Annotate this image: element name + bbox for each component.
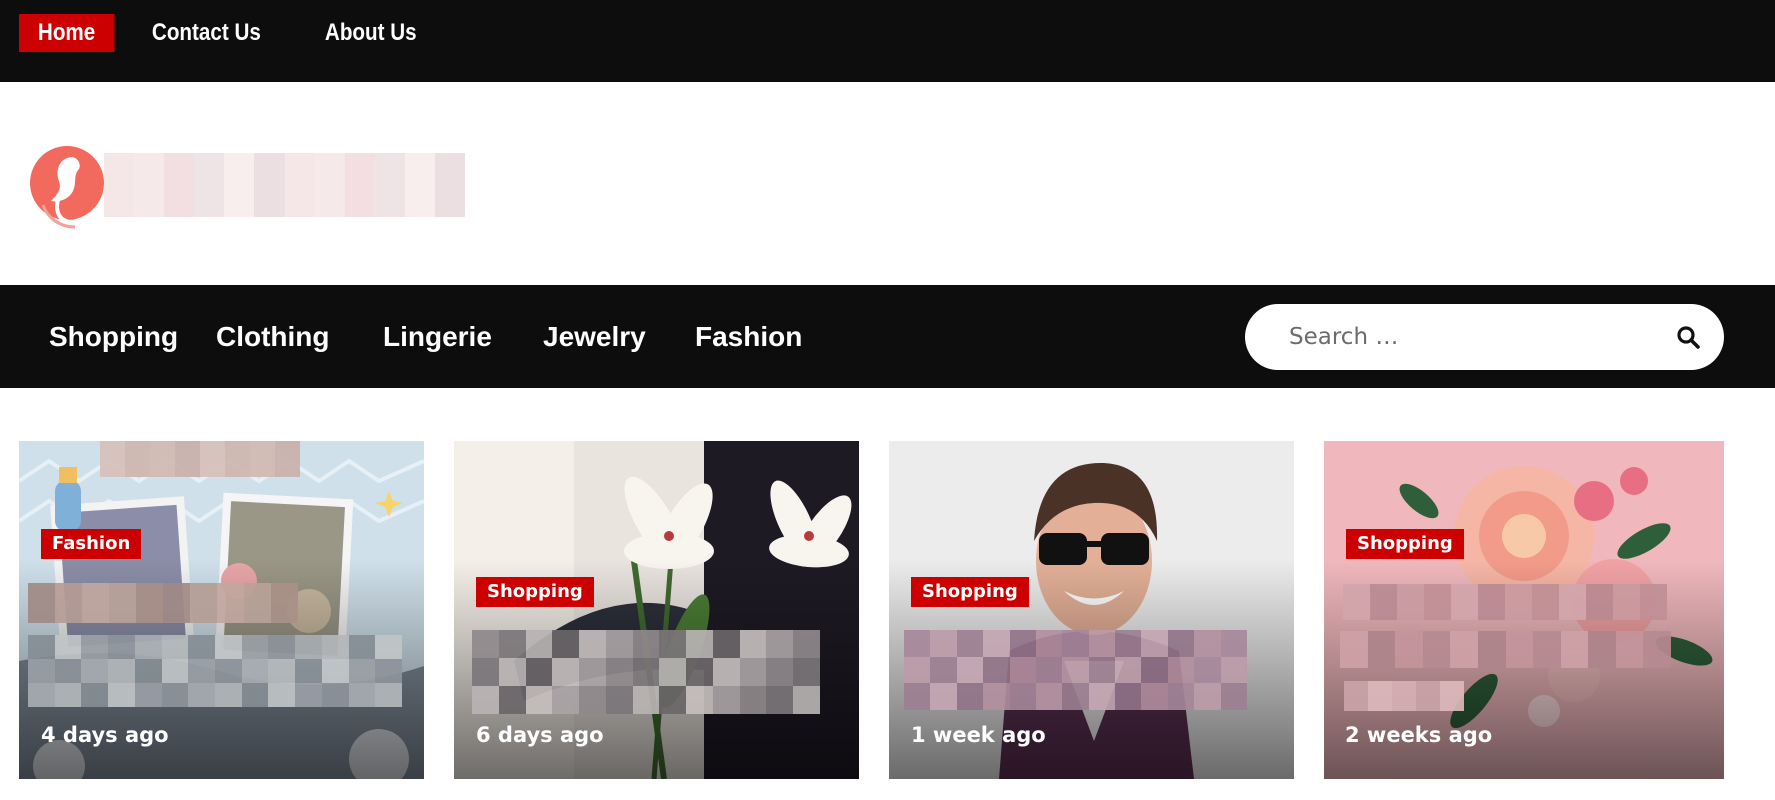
post-card[interactable]: Shopping 1 week ago	[889, 441, 1294, 779]
category-bar: Shopping Clothing Lingerie Jewelry Fashi…	[0, 285, 1775, 388]
top-bar: Home Contact Us About Us	[0, 0, 1775, 82]
search-icon[interactable]	[1676, 325, 1700, 349]
top-nav-home[interactable]: Home	[19, 14, 115, 52]
post-time: 1 week ago	[911, 723, 1046, 747]
category-jewelry[interactable]: Jewelry	[543, 315, 646, 359]
post-title-pixelated[interactable]	[28, 583, 298, 623]
post-title-pixelated[interactable]	[472, 630, 820, 714]
search-box	[1245, 304, 1724, 370]
post-title-pixelated[interactable]	[28, 635, 402, 707]
category-shopping[interactable]: Shopping	[49, 315, 178, 359]
site-logo[interactable]	[29, 145, 105, 229]
site-title-pixelated[interactable]	[104, 153, 465, 217]
pixelated-text	[100, 441, 300, 477]
post-card[interactable]: Fashion 4 days ago	[19, 441, 424, 779]
post-card[interactable]: Shopping 2 weeks ago	[1324, 441, 1724, 779]
category-clothing[interactable]: Clothing	[216, 315, 330, 359]
category-fashion[interactable]: Fashion	[695, 315, 802, 359]
category-nav: Shopping Clothing Lingerie Jewelry Fashi…	[49, 315, 802, 359]
search-input[interactable]	[1289, 304, 1669, 370]
post-time: 4 days ago	[41, 723, 169, 747]
category-badge[interactable]: Shopping	[1346, 529, 1464, 559]
site-header	[0, 82, 1775, 285]
featured-posts: Fashion 4 days ago Shopping 6 days ago S…	[0, 441, 1775, 779]
post-time: 2 weeks ago	[1345, 723, 1493, 747]
category-badge[interactable]: Fashion	[41, 529, 142, 559]
post-title-pixelated[interactable]	[1344, 681, 1464, 711]
top-nav-contact-us[interactable]: Contact Us	[133, 14, 280, 52]
post-time: 6 days ago	[476, 723, 604, 747]
category-lingerie[interactable]: Lingerie	[383, 315, 492, 359]
post-title-pixelated[interactable]	[1343, 584, 1667, 620]
top-nav-about-us[interactable]: About Us	[306, 14, 436, 52]
category-badge[interactable]: Shopping	[911, 577, 1029, 607]
post-card[interactable]: Shopping 6 days ago	[454, 441, 859, 779]
post-title-pixelated[interactable]	[1340, 631, 1671, 668]
post-title-pixelated[interactable]	[904, 630, 1247, 710]
category-badge[interactable]: Shopping	[476, 577, 594, 607]
top-nav: Home Contact Us About Us	[19, 14, 460, 52]
